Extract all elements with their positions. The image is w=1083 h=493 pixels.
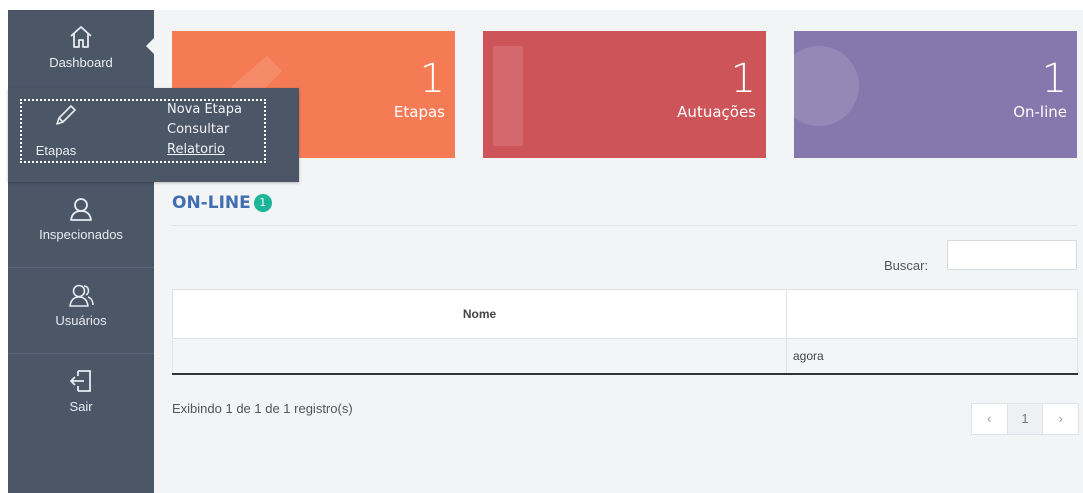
records-info: Exibindo 1 de 1 de 1 registro(s) xyxy=(172,401,353,416)
users-icon xyxy=(69,284,94,307)
submenu-item-nova-etapa[interactable]: Nova Etapa xyxy=(167,100,242,120)
tile-count: 1 xyxy=(419,56,445,102)
sidebar-item-label: Sair xyxy=(69,399,93,414)
tile-count: 1 xyxy=(730,56,756,102)
main-content: 1 Etapas 1 Autuações 1 On-line ON-LINE 1 … xyxy=(154,10,1083,493)
tile-label: Etapas xyxy=(393,103,445,121)
sidebar-item-label: Etapas xyxy=(35,143,77,158)
table-cell: agora xyxy=(786,338,1078,375)
active-caret xyxy=(146,38,154,54)
search-input[interactable] xyxy=(947,240,1077,270)
home-icon xyxy=(70,26,92,48)
online-count-badge: 1 xyxy=(253,194,272,212)
next-page-button[interactable]: › xyxy=(1043,404,1078,434)
pencil-icon xyxy=(56,105,76,125)
section-title-text: ON-LINE xyxy=(172,193,251,213)
document-watermark-icon xyxy=(493,46,523,146)
column-header-time[interactable] xyxy=(786,289,1078,339)
online-section-title: ON-LINE 1 xyxy=(172,193,272,213)
table-row[interactable]: agora xyxy=(172,338,1078,375)
globe-watermark-icon xyxy=(794,46,859,126)
logout-icon xyxy=(70,370,91,392)
tile-autuacoes[interactable]: 1 Autuações xyxy=(483,31,766,158)
tile-online[interactable]: 1 On-line xyxy=(794,31,1077,158)
tile-label: Autuações xyxy=(677,103,756,121)
sidebar-item-dashboard[interactable]: Dashboard xyxy=(8,10,154,96)
pagination: ‹ 1 › xyxy=(971,403,1079,435)
submenu-item-relatorio[interactable]: Relatorio xyxy=(167,140,242,160)
online-table: Nome agora xyxy=(172,289,1078,375)
submenu: Nova Etapa Consultar Relatorio xyxy=(167,100,242,160)
sidebar-item-usuarios[interactable]: Usuários xyxy=(8,268,154,354)
page-1-button[interactable]: 1 xyxy=(1007,404,1044,434)
sidebar-item-label: Inspecionados xyxy=(39,227,123,242)
column-header-nome[interactable]: Nome xyxy=(172,289,787,339)
divider xyxy=(172,225,1077,226)
tile-label: On-line xyxy=(1013,103,1067,121)
sidebar-item-inspecionados[interactable]: Inspecionados xyxy=(8,182,154,268)
prev-page-button[interactable]: ‹ xyxy=(972,404,1008,434)
submenu-item-consultar[interactable]: Consultar xyxy=(167,120,242,140)
etapas-flyout-menu: Etapas Nova Etapa Consultar Relatorio xyxy=(8,88,299,182)
sidebar: Dashboard Inspecionados Usuários Sair xyxy=(8,10,154,493)
sidebar-item-label: Usuários xyxy=(55,313,107,328)
sidebar-item-label: Dashboard xyxy=(49,55,113,70)
table-header-row: Nome xyxy=(172,289,1078,339)
user-icon xyxy=(70,198,92,221)
table-cell xyxy=(172,338,787,375)
sidebar-item-sair[interactable]: Sair xyxy=(8,354,154,440)
tile-count: 1 xyxy=(1041,56,1067,102)
search-label: Buscar: xyxy=(884,258,929,273)
